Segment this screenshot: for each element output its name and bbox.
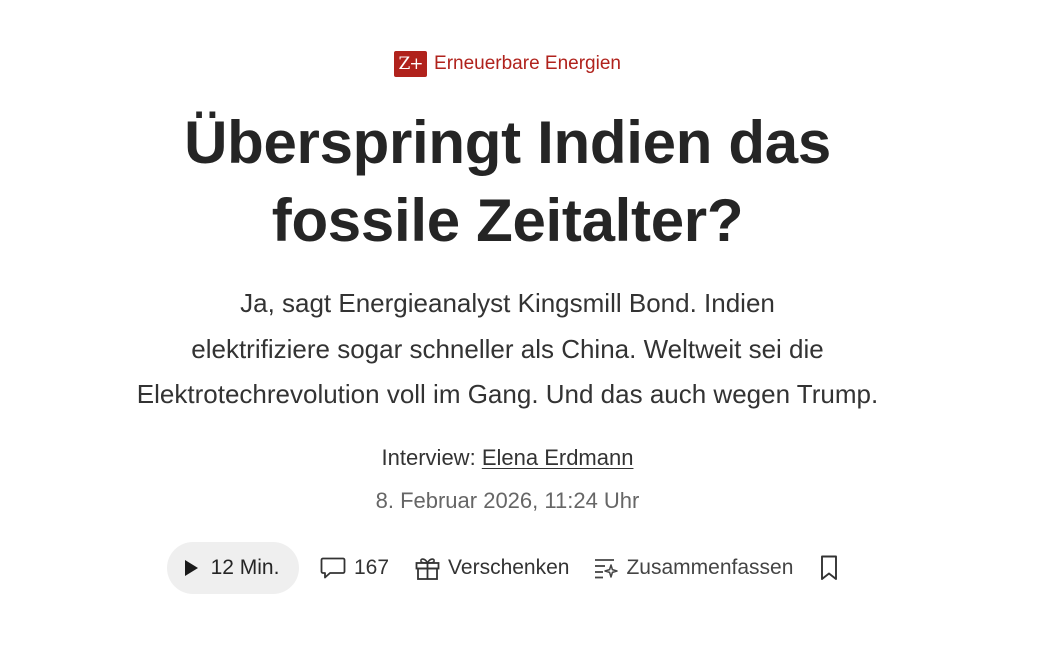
- bookmark-button[interactable]: [818, 555, 840, 581]
- summarize-label: Zusammenfassen: [626, 556, 794, 579]
- article-teaser: Ja, sagt Energieanalyst Kingsmill Bond. …: [0, 281, 1015, 418]
- listen-button[interactable]: 12 Min.: [167, 542, 299, 594]
- comments-button[interactable]: 167: [320, 556, 389, 580]
- headline-line-2: fossile Zeitalter?: [271, 187, 744, 254]
- headline-line-1: Überspringt Indien das: [184, 109, 831, 176]
- teaser-line-2: elektrifiziere sogar schneller als China…: [191, 333, 824, 364]
- play-icon: [183, 559, 199, 577]
- gift-label: Verschenken: [448, 556, 570, 579]
- teaser-line-3: Elektrotechrevolution voll im Gang. Und …: [136, 379, 879, 409]
- comments-count: 167: [354, 556, 390, 579]
- listen-duration: 12 Min.: [210, 556, 280, 579]
- article-actions: 12 Min. 167 Verschenken Zusammenfassen: [167, 542, 840, 594]
- zplus-badge-icon: Z+: [394, 51, 428, 77]
- gift-icon: [415, 556, 440, 581]
- comment-bubble-icon: [320, 556, 346, 580]
- gift-button[interactable]: Verschenken: [415, 556, 569, 581]
- publish-date: 8. Februar 2026, 11:24 Uhr: [375, 488, 640, 513]
- bookmark-icon: [818, 555, 840, 581]
- summarize-icon: [594, 557, 619, 579]
- byline: Interview: Elena Erdmann: [0, 443, 1015, 473]
- byline-prefix: Interview:: [381, 445, 476, 470]
- kicker-label[interactable]: Erneuerbare Energien: [434, 51, 621, 77]
- summarize-button[interactable]: Zusammenfassen: [594, 556, 793, 580]
- teaser-line-1: Ja, sagt Energieanalyst Kingsmill Bond. …: [240, 288, 775, 318]
- article-kicker: Z+ Erneuerbare Energien: [0, 51, 1015, 77]
- article-headline: Überspringt Indien das fossile Zeitalter…: [0, 104, 1015, 260]
- author-link[interactable]: Elena Erdmann: [482, 445, 634, 470]
